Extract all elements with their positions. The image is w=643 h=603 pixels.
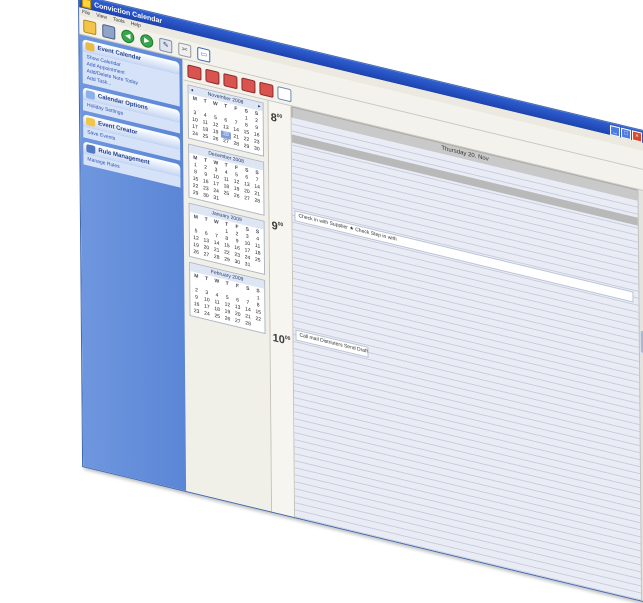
group-icon — [85, 41, 95, 52]
day-cell[interactable]: 27 — [233, 317, 243, 326]
view-icon[interactable] — [259, 81, 274, 98]
appointment[interactable]: Call mail Distriuters Send Draft — [295, 329, 369, 358]
hour-minutes: 00 — [284, 334, 291, 343]
day-cell[interactable]: 28 — [252, 197, 262, 206]
day-cell[interactable]: 28 — [243, 320, 253, 329]
hour-number: 10 — [272, 331, 285, 347]
day-cell[interactable]: 28 — [231, 140, 241, 149]
day-cell[interactable]: 24 — [190, 130, 200, 139]
mini-calendar-panel: November 2008 ◂ ▸ M T W T F S S 1 2 3 4 5 6 7 8 9 10 11 12 13 1… — [183, 80, 273, 512]
appointment[interactable]: Check in with Supplier ★ Check Step in w… — [294, 210, 634, 303]
day-cell[interactable]: 31 — [242, 261, 252, 270]
day-cell[interactable]: 30 — [201, 192, 211, 201]
day-cell[interactable]: 26 — [191, 248, 201, 257]
day-cell[interactable]: 28 — [212, 253, 222, 262]
day-cell[interactable]: 25 — [200, 132, 210, 141]
day-cell[interactable]: 27 — [242, 194, 252, 203]
day-cell[interactable]: 22 — [253, 315, 263, 324]
day-cell[interactable]: 25 — [212, 312, 222, 321]
time-slots[interactable]: Check in with Supplier ★ Check Step in w… — [291, 117, 643, 601]
day-cell[interactable]: 29 — [222, 256, 232, 265]
view-icon[interactable] — [223, 72, 238, 89]
day-cell[interactable]: 27 — [201, 251, 211, 260]
view-icon[interactable] — [241, 76, 256, 94]
back-icon[interactable]: ◀ — [121, 27, 135, 45]
hour-label: 1000 — [273, 332, 291, 348]
day-view: Thursday 20. Nov Check in with Supplier … — [291, 106, 643, 601]
day-cell[interactable]: 25 — [221, 189, 231, 198]
save-icon[interactable] — [102, 23, 116, 40]
sidebar: Event Calendar Show Calendar Add Appointme… — [79, 34, 187, 492]
note-button[interactable] — [277, 85, 292, 102]
hour-minutes: 00 — [277, 221, 284, 229]
group-icon — [85, 89, 95, 101]
view-icon[interactable] — [205, 68, 220, 85]
group-icon — [86, 116, 96, 128]
day-cell[interactable]: 23 — [191, 307, 201, 316]
next-month-icon[interactable]: ▸ — [258, 102, 261, 111]
open-icon[interactable] — [83, 18, 97, 35]
hour-label: 900 — [272, 220, 284, 235]
prev-month-icon[interactable]: ◂ — [191, 86, 194, 95]
day-cell[interactable]: 29 — [241, 142, 251, 151]
day-cell[interactable]: 27 — [221, 137, 231, 146]
day-cell[interactable]: 26 — [222, 315, 232, 324]
day-cell[interactable]: 29 — [190, 189, 200, 198]
app-window: Conviction Calendar _ □ × File View Tools H… — [78, 0, 643, 603]
hour-minutes: 00 — [276, 112, 283, 121]
day-cell[interactable]: 30 — [232, 258, 242, 267]
day-cell[interactable]: 26 — [232, 192, 242, 201]
day-cell[interactable]: 30 — [252, 145, 262, 154]
hour-label: 800 — [271, 111, 283, 126]
day-cell[interactable]: 31 — [211, 194, 221, 203]
day-cell[interactable]: 26 — [211, 135, 221, 144]
forward-icon[interactable]: ▶ — [140, 32, 154, 49]
group-icon — [86, 144, 96, 155]
window-icon[interactable]: ▭ — [197, 46, 211, 63]
day-cell[interactable]: 25 — [253, 256, 263, 265]
view-icon[interactable] — [187, 63, 202, 81]
day-cell[interactable]: 24 — [202, 310, 212, 319]
cut-icon[interactable]: ✂ — [178, 41, 192, 58]
tools-icon[interactable]: ✎ — [159, 37, 173, 54]
